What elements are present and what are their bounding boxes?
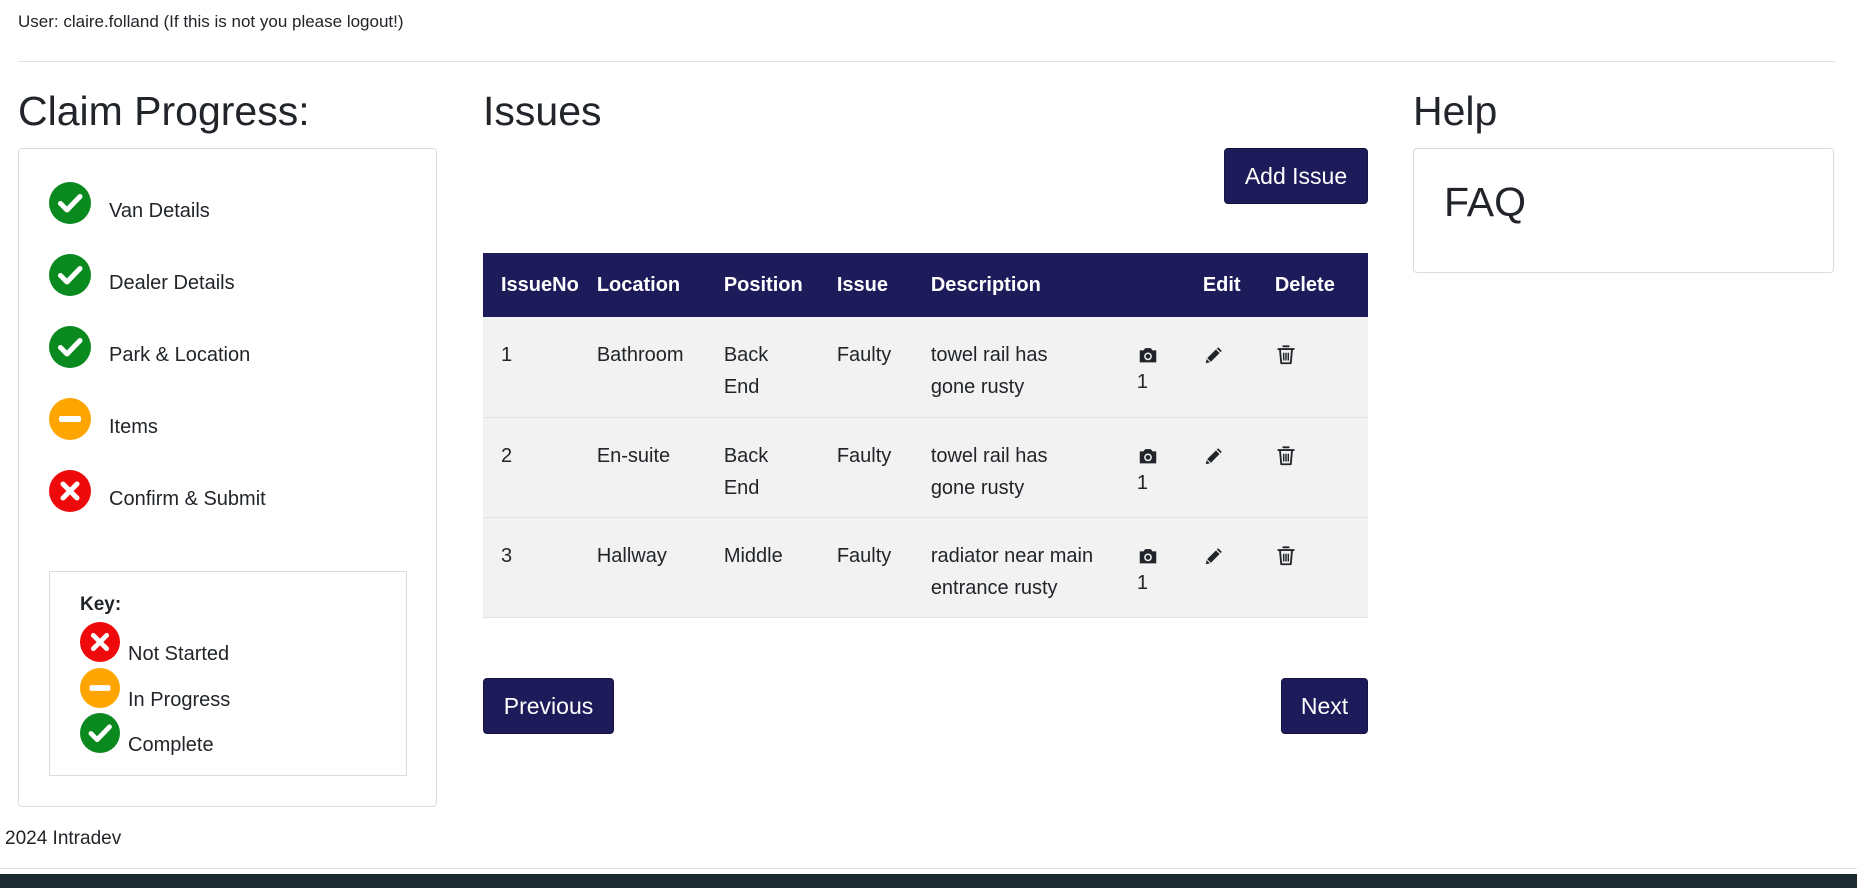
issue-type: Faulty bbox=[818, 517, 913, 618]
issue-position: Back End bbox=[705, 417, 819, 518]
photo-count: 1 bbox=[1136, 371, 1148, 393]
col-delete: Delete bbox=[1256, 253, 1368, 317]
table-header-row: IssueNo Location Position Issue Descript… bbox=[483, 253, 1368, 317]
issue-number: 1 bbox=[483, 317, 579, 418]
next-button[interactable]: Next bbox=[1281, 678, 1368, 734]
os-taskbar bbox=[0, 874, 1857, 888]
trash-icon[interactable] bbox=[1275, 344, 1368, 366]
complete-icon bbox=[80, 713, 120, 753]
help-title: Help bbox=[1413, 88, 1498, 134]
step-label: Confirm & Submit bbox=[109, 487, 266, 510]
claim-progress-card: Van Details Dealer Details Park & Locati… bbox=[18, 148, 437, 807]
camera-icon[interactable] bbox=[1137, 445, 1185, 467]
delete-cell bbox=[1256, 517, 1368, 618]
trash-icon[interactable] bbox=[1275, 445, 1368, 467]
photos-cell[interactable]: 1 bbox=[1118, 517, 1185, 618]
step-confirm-submit[interactable]: Confirm & Submit bbox=[49, 469, 266, 513]
key-not-started: Not Started bbox=[80, 622, 229, 665]
issue-type: Faulty bbox=[818, 317, 913, 418]
issue-location: En-suite bbox=[578, 417, 706, 518]
pencil-icon[interactable] bbox=[1203, 545, 1257, 567]
key-complete: Complete bbox=[80, 713, 214, 756]
footer-divider bbox=[0, 868, 1857, 869]
photo-count: 1 bbox=[1136, 471, 1148, 494]
previous-button[interactable]: Previous bbox=[483, 678, 614, 734]
claim-progress-title: Claim Progress: bbox=[18, 88, 310, 134]
complete-icon bbox=[49, 254, 91, 296]
issue-location: Bathroom bbox=[578, 317, 706, 418]
issue-description: radiator near main entrance rusty bbox=[912, 517, 1119, 618]
photos-cell[interactable]: 1 bbox=[1118, 317, 1185, 418]
table-row: 1 Bathroom Back End Faulty towel rail ha… bbox=[483, 317, 1368, 418]
issue-number: 2 bbox=[483, 417, 579, 518]
key-title: Key: bbox=[80, 594, 122, 615]
photo-count: 1 bbox=[1136, 571, 1148, 594]
in-progress-icon bbox=[80, 668, 120, 708]
faq-heading[interactable]: FAQ bbox=[1444, 179, 1526, 226]
col-location: Location bbox=[578, 253, 706, 317]
edit-cell bbox=[1184, 517, 1257, 618]
col-position: Position bbox=[705, 253, 819, 317]
status-key: Key: Not Started In Progress Complete bbox=[49, 571, 407, 776]
user-line: User: claire.folland (If this is not you… bbox=[18, 12, 404, 31]
not-started-icon bbox=[80, 622, 120, 662]
issue-position: Back End bbox=[705, 317, 819, 418]
step-van-details[interactable]: Van Details bbox=[49, 181, 210, 225]
complete-icon bbox=[49, 326, 91, 368]
col-issue: Issue bbox=[818, 253, 913, 317]
add-issue-button[interactable]: Add Issue bbox=[1224, 148, 1368, 204]
edit-cell bbox=[1184, 317, 1257, 418]
key-label: In Progress bbox=[128, 689, 231, 711]
issue-number: 3 bbox=[483, 517, 579, 618]
table-row: 3 Hallway Middle Faulty radiator near ma… bbox=[483, 517, 1368, 618]
in-progress-icon bbox=[49, 398, 91, 440]
step-label: Items bbox=[109, 415, 158, 438]
delete-cell bbox=[1256, 417, 1368, 518]
key-in-progress: In Progress bbox=[80, 668, 230, 711]
issue-type: Faulty bbox=[818, 417, 913, 518]
photos-cell[interactable]: 1 bbox=[1118, 417, 1185, 518]
faq-card[interactable]: FAQ bbox=[1413, 148, 1834, 273]
delete-cell bbox=[1256, 317, 1368, 418]
step-label: Dealer Details bbox=[109, 271, 235, 294]
table-row: 2 En-suite Back End Faulty towel rail ha… bbox=[483, 417, 1368, 518]
step-items[interactable]: Items bbox=[49, 397, 158, 441]
pencil-icon[interactable] bbox=[1203, 344, 1257, 366]
key-label: Complete bbox=[128, 734, 214, 756]
step-label: Park & Location bbox=[109, 343, 251, 366]
camera-icon[interactable] bbox=[1137, 344, 1185, 366]
pencil-icon[interactable] bbox=[1203, 445, 1257, 467]
col-description: Description bbox=[912, 253, 1119, 317]
issues-table: IssueNo Location Position Issue Descript… bbox=[483, 253, 1368, 618]
issues-title: Issues bbox=[483, 88, 602, 134]
footer-copyright: 2024 Intradev bbox=[5, 828, 122, 849]
step-park-location[interactable]: Park & Location bbox=[49, 325, 250, 369]
camera-icon[interactable] bbox=[1137, 545, 1185, 567]
step-dealer-details[interactable]: Dealer Details bbox=[49, 253, 235, 297]
header-divider bbox=[18, 61, 1835, 62]
edit-cell bbox=[1184, 417, 1257, 518]
col-issueno: IssueNo bbox=[483, 253, 579, 317]
col-photos bbox=[1118, 253, 1185, 317]
key-label: Not Started bbox=[128, 643, 230, 665]
trash-icon[interactable] bbox=[1275, 545, 1368, 567]
issue-description: towel rail has gone rusty bbox=[912, 317, 1119, 418]
issue-location: Hallway bbox=[578, 517, 706, 618]
col-edit: Edit bbox=[1184, 253, 1257, 317]
complete-icon bbox=[49, 182, 91, 224]
issue-description: towel rail has gone rusty bbox=[912, 417, 1119, 518]
issue-position: Middle bbox=[705, 517, 819, 618]
step-label: Van Details bbox=[109, 199, 210, 222]
not-started-icon bbox=[49, 470, 91, 512]
